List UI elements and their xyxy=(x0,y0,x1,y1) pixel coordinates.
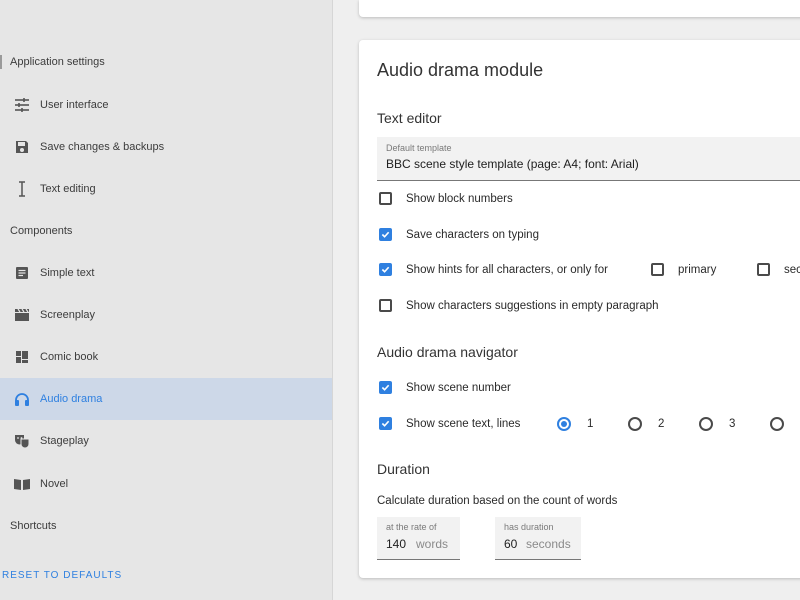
floppy-disk-icon xyxy=(13,138,31,156)
default-template-label: Default template xyxy=(386,143,452,153)
previous-settings-card xyxy=(359,0,800,17)
comic-panels-icon xyxy=(13,348,31,366)
section-label: Application settings xyxy=(10,56,105,68)
sidebar-item-label: User interface xyxy=(40,99,109,111)
radio-label: 3 xyxy=(729,418,736,430)
show-scene-text-checkbox[interactable] xyxy=(379,417,392,430)
show-scene-number-checkbox[interactable] xyxy=(379,381,392,394)
sidebar-item-screenplay[interactable]: Screenplay xyxy=(0,294,332,336)
sidebar-item-label: Comic book xyxy=(40,351,99,363)
sliders-icon xyxy=(13,96,31,114)
save-characters-row[interactable]: Save characters on typing xyxy=(379,228,539,241)
checkbox-label: sec xyxy=(784,263,800,276)
unit-label: words xyxy=(416,537,449,551)
show-block-numbers-checkbox[interactable] xyxy=(379,192,392,205)
clapperboard-icon xyxy=(13,306,31,324)
radio-button[interactable] xyxy=(699,417,713,431)
sidebar-item-save-changes[interactable]: Save changes & backups xyxy=(0,126,332,168)
text-cursor-icon xyxy=(13,180,31,198)
default-template-select[interactable]: Default template BBC scene style templat… xyxy=(377,137,800,181)
sidebar-item-text-editing[interactable]: Text editing xyxy=(0,168,332,210)
sidebar-item-novel[interactable]: Novel xyxy=(0,463,332,505)
audio-drama-settings-card: Audio drama module Text editor Default t… xyxy=(359,40,800,578)
show-scene-number-row[interactable]: Show scene number xyxy=(379,381,511,394)
checkbox-label: Show scene number xyxy=(406,381,511,394)
checkbox-label: Show scene text, lines xyxy=(406,417,521,430)
reset-to-defaults-button[interactable]: RESET TO DEFAULTS xyxy=(2,570,122,581)
words-rate-input[interactable]: 140 xyxy=(386,537,406,551)
theater-masks-icon xyxy=(13,432,31,450)
hint-secondary-row[interactable]: sec xyxy=(757,263,800,276)
field-label: at the rate of xyxy=(386,522,437,532)
unit-label: seconds xyxy=(526,537,571,551)
duration-input[interactable]: 60 xyxy=(504,537,517,551)
show-suggestions-checkbox[interactable] xyxy=(379,299,392,312)
navigator-heading: Audio drama navigator xyxy=(377,344,518,360)
checkbox-label: Show hints for all characters, or only f… xyxy=(406,263,608,276)
lines-radio-1[interactable]: 1 xyxy=(557,417,593,431)
lines-radio-2[interactable]: 2 xyxy=(628,417,664,431)
radio-label: 1 xyxy=(587,418,594,430)
show-suggestions-row[interactable]: Show characters suggestions in empty par… xyxy=(379,299,659,312)
show-hints-row[interactable]: Show hints for all characters, or only f… xyxy=(379,263,608,276)
field-label: has duration xyxy=(504,522,554,532)
sidebar-item-label: Screenplay xyxy=(40,309,96,321)
section-indicator xyxy=(0,55,2,69)
lines-radio-4[interactable]: 4 xyxy=(770,417,800,431)
show-block-numbers-row[interactable]: Show block numbers xyxy=(379,192,513,205)
radio-button[interactable] xyxy=(770,417,784,431)
sidebar-item-label: Audio drama xyxy=(40,393,103,405)
sidebar-section-application-settings[interactable]: Application settings xyxy=(0,52,105,72)
sidebar-item-label: Simple text xyxy=(40,267,95,279)
checkbox-label: Show block numbers xyxy=(406,192,513,205)
page-title: Audio drama module xyxy=(377,60,544,80)
sidebar-section-components[interactable]: Components xyxy=(0,221,72,241)
show-hints-checkbox[interactable] xyxy=(379,263,392,276)
hint-secondary-checkbox[interactable] xyxy=(757,263,770,276)
section-label: Shortcuts xyxy=(10,520,57,532)
radio-label: 2 xyxy=(658,418,665,430)
text-editor-heading: Text editor xyxy=(377,110,442,126)
duration-description: Calculate duration based on the count of… xyxy=(377,495,618,507)
sidebar-item-label: Save changes & backups xyxy=(40,141,165,153)
sidebar-item-user-interface[interactable]: User interface xyxy=(0,84,332,126)
show-scene-text-row[interactable]: Show scene text, lines xyxy=(379,417,520,430)
hint-primary-checkbox[interactable] xyxy=(651,263,664,276)
duration-field[interactable]: has duration 60 seconds xyxy=(495,517,581,560)
lines-radio-3[interactable]: 3 xyxy=(699,417,735,431)
checkbox-label: primary xyxy=(678,263,717,276)
section-label: Components xyxy=(10,225,73,237)
radio-button[interactable] xyxy=(628,417,642,431)
checkbox-label: Show characters suggestions in empty par… xyxy=(406,299,659,312)
checkbox-label: Save characters on typing xyxy=(406,228,539,241)
sidebar-item-label: Text editing xyxy=(40,183,96,195)
sidebar: Application settings User interface Save… xyxy=(0,0,333,600)
sidebar-item-audio-drama[interactable]: Audio drama xyxy=(0,378,332,420)
document-icon xyxy=(13,264,31,282)
sidebar-item-stageplay[interactable]: Stageplay xyxy=(0,420,332,462)
default-template-value: BBC scene style template (page: A4; font… xyxy=(386,157,639,171)
sidebar-item-label: Novel xyxy=(40,478,69,490)
sidebar-item-comic-book[interactable]: Comic book xyxy=(0,336,332,378)
hint-primary-row[interactable]: primary xyxy=(651,263,716,276)
sidebar-item-simple-text[interactable]: Simple text xyxy=(0,252,332,294)
sidebar-section-shortcuts[interactable]: Shortcuts xyxy=(0,516,56,536)
duration-heading: Duration xyxy=(377,461,430,477)
headphones-icon xyxy=(13,390,31,408)
save-characters-checkbox[interactable] xyxy=(379,228,392,241)
open-book-icon xyxy=(13,475,31,493)
sidebar-item-label: Stageplay xyxy=(40,435,89,447)
radio-button[interactable] xyxy=(557,417,571,431)
words-rate-field[interactable]: at the rate of 140 words xyxy=(377,517,460,560)
